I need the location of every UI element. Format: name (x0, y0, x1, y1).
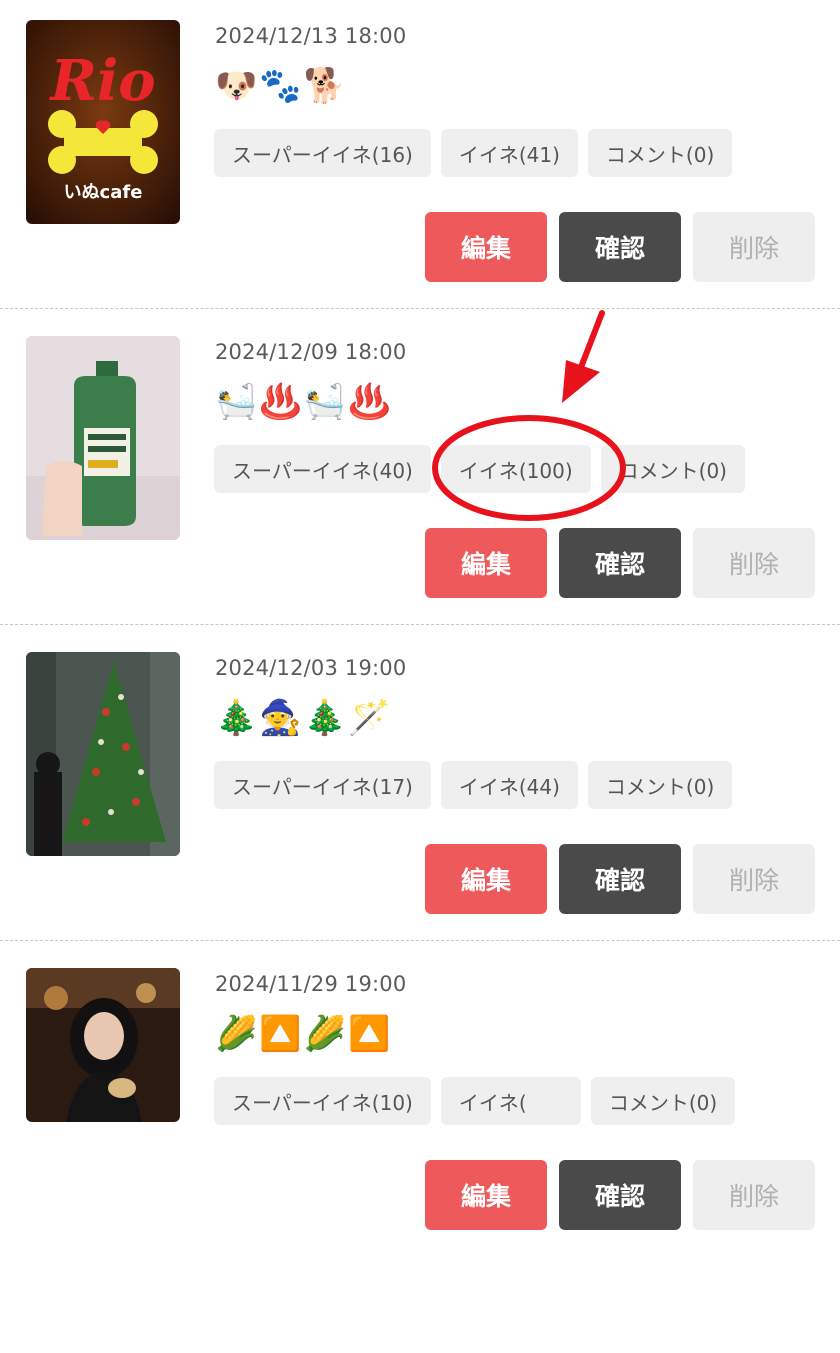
post-thumbnail[interactable] (26, 968, 180, 1122)
edit-button[interactable]: 編集 (425, 1160, 547, 1230)
svg-text:いぬcafe: いぬcafe (64, 182, 143, 203)
comment-chip[interactable]: コメント(0) (587, 761, 733, 809)
post-actions: 編集 確認 削除 (425, 212, 815, 282)
post-thumbnail[interactable] (26, 336, 180, 540)
post-emoji: 🛀♨️🛀♨️ (215, 382, 393, 422)
super-like-chip[interactable]: スーパーイイネ(40) (214, 445, 431, 493)
post-datetime: 2024/12/03 19:00 (215, 656, 407, 680)
like-chip[interactable]: イイネ(100) (440, 445, 591, 493)
super-like-chip[interactable]: スーパーイイネ(16) (214, 129, 431, 177)
comment-chip[interactable]: コメント(0) (590, 1077, 736, 1125)
post-actions: 編集 確認 削除 (425, 1160, 815, 1230)
post-stats: スーパーイイネ(17) イイネ(44) コメント(0) (214, 761, 733, 809)
post-emoji: 🌽🔼🌽🔼 (215, 1014, 393, 1054)
portrait-photo-icon (26, 968, 180, 1122)
delete-button[interactable]: 削除 (693, 528, 815, 598)
post-item: Rio いぬcafe 2024/12/13 18:00 🐶🐾🐕 スーパーイイネ(… (0, 0, 840, 316)
post-emoji: 🐶🐾🐕 (215, 66, 349, 106)
rio-inu-cafe-sign-icon: Rio いぬcafe (26, 20, 180, 224)
edit-button[interactable]: 編集 (425, 844, 547, 914)
edit-button[interactable]: 編集 (425, 212, 547, 282)
post-thumbnail[interactable] (26, 652, 180, 856)
comment-chip[interactable]: コメント(0) (600, 445, 745, 493)
delete-button[interactable]: 削除 (693, 844, 815, 914)
like-chip[interactable]: イイネ( (440, 1077, 581, 1125)
post-list: Rio いぬcafe 2024/12/13 18:00 🐶🐾🐕 スーパーイイネ(… (0, 0, 840, 1264)
post-thumbnail[interactable]: Rio いぬcafe (26, 20, 180, 224)
post-item: 2024/12/09 18:00 🛀♨️🛀♨️ スーパーイイネ(40) イイネ(… (0, 316, 840, 632)
edit-button[interactable]: 編集 (425, 528, 547, 598)
post-actions: 編集 確認 削除 (425, 844, 815, 914)
post-divider (0, 624, 840, 625)
super-like-chip[interactable]: スーパーイイネ(17) (214, 761, 431, 809)
like-chip[interactable]: イイネ(44) (440, 761, 578, 809)
delete-button[interactable]: 削除 (693, 212, 815, 282)
post-stats: スーパーイイネ(16) イイネ(41) コメント(0) (214, 129, 733, 177)
post-datetime: 2024/11/29 19:00 (215, 972, 407, 996)
post-item: 2024/11/29 19:00 🌽🔼🌽🔼 スーパーイイネ(10) イイネ( コ… (0, 948, 840, 1264)
like-chip[interactable]: イイネ(41) (440, 129, 578, 177)
comment-chip[interactable]: コメント(0) (587, 129, 733, 177)
confirm-button[interactable]: 確認 (559, 1160, 681, 1230)
post-emoji: 🎄🧙🎄🪄 (215, 698, 393, 738)
post-actions: 編集 確認 削除 (425, 528, 815, 598)
post-stats: スーパーイイネ(10) イイネ( コメント(0) (214, 1077, 736, 1125)
post-divider (0, 308, 840, 309)
confirm-button[interactable]: 確認 (559, 212, 681, 282)
post-divider (0, 940, 840, 941)
post-datetime: 2024/12/13 18:00 (215, 24, 407, 48)
delete-button[interactable]: 削除 (693, 1160, 815, 1230)
christmas-tree-photo-icon (26, 652, 180, 856)
bath-liquid-bottle-photo-icon (26, 336, 180, 540)
confirm-button[interactable]: 確認 (559, 528, 681, 598)
confirm-button[interactable]: 確認 (559, 844, 681, 914)
svg-text:Rio: Rio (48, 48, 155, 114)
super-like-chip[interactable]: スーパーイイネ(10) (214, 1077, 431, 1125)
post-stats: スーパーイイネ(40) イイネ(100) コメント(0) (214, 445, 745, 493)
post-datetime: 2024/12/09 18:00 (215, 340, 407, 364)
post-item: 2024/12/03 19:00 🎄🧙🎄🪄 スーパーイイネ(17) イイネ(44… (0, 632, 840, 948)
